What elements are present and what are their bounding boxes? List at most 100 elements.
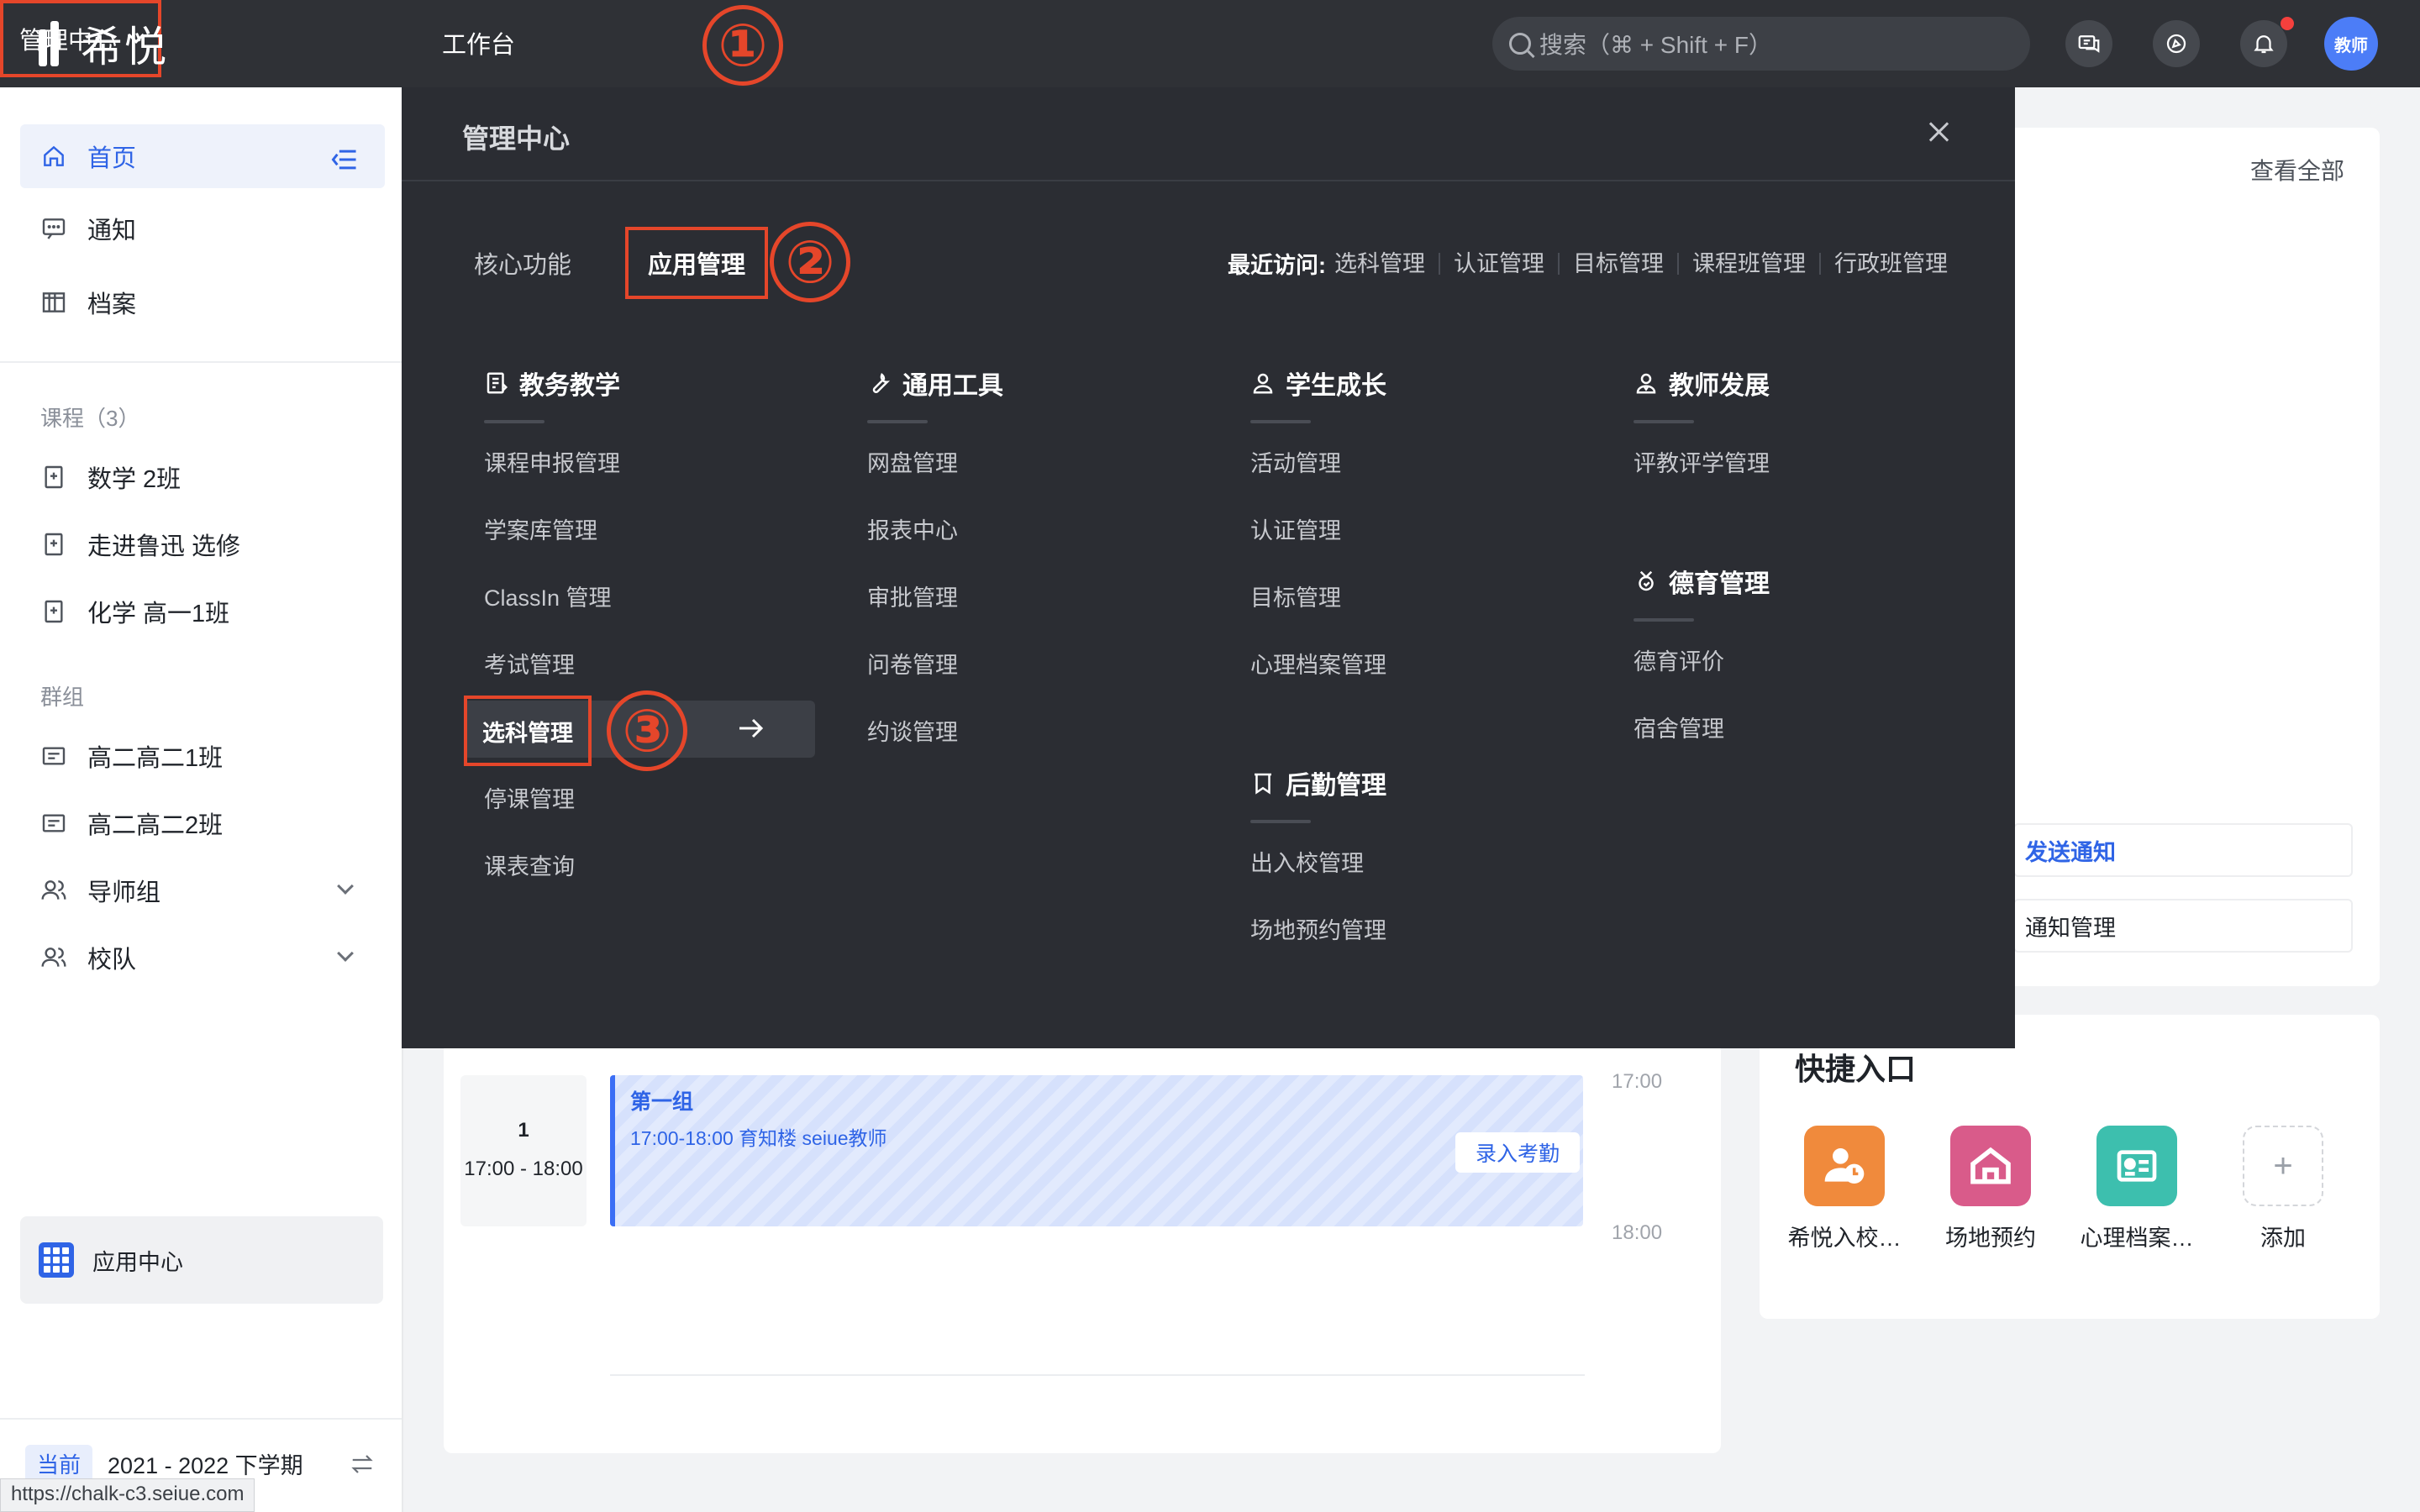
menu-item-netdisk[interactable]: 网盘管理 [867,445,958,478]
message-button[interactable] [2065,20,2112,67]
search-icon [1509,33,1531,55]
menu-item-subject-selection[interactable]: 选科管理 [464,696,592,766]
shortcut-psych-archive[interactable]: 心理档案… [2074,1126,2200,1252]
recent-label: 最近访问: [1228,253,1326,278]
menu-item-psych-archive[interactable]: 心理档案管理 [1250,647,1386,680]
menu-item-interview[interactable]: 约谈管理 [867,714,958,747]
search-input[interactable]: 搜索（⌘ + Shift + F） [1492,17,2030,71]
document-icon [487,372,508,394]
sidebar-item-group-mentor[interactable]: 导师组 [20,858,385,922]
profile-card-icon [2096,1126,2177,1206]
time-label: 18:00 [1612,1221,1663,1244]
shortcut-add[interactable]: + 添加 [2220,1126,2346,1252]
tab-core-features[interactable]: 核心功能 [474,245,571,281]
schedule-event[interactable]: 第一组 17:00-18:00 育知楼 seiue教师 录入考勤 [610,1075,1583,1226]
category-title: 后勤管理 [1286,772,1386,800]
sidebar-item-course[interactable]: 化学 高一1班 [20,580,385,643]
category-underline [484,420,544,423]
arrow-right-icon[interactable] [736,716,766,741]
recent-link[interactable]: 目标管理 [1558,252,1677,275]
chevron-down-icon[interactable] [337,878,354,895]
bookmark-icon [1255,773,1271,795]
message-icon [42,218,66,239]
users-icon [41,948,66,967]
sidebar-item-label: 走进鲁迅 选修 [87,533,241,560]
menu-item-lesson-plan-library[interactable]: 学案库管理 [484,512,597,545]
sidebar-item-notice[interactable]: 通知 [20,197,385,260]
menu-item-goals[interactable]: 目标管理 [1250,580,1341,612]
menu-item-school-access[interactable]: 出入校管理 [1250,845,1364,878]
shortcut-venue-booking[interactable]: 场地预约 [1928,1126,2054,1252]
sidebar-item-group-team[interactable]: 校队 [20,926,385,990]
recent-link[interactable]: 选科管理 [1334,252,1439,275]
menu-item-teaching-evaluation[interactable]: 评教评学管理 [1634,445,1770,478]
menu-item-certification[interactable]: 认证管理 [1250,512,1341,545]
menu-item-exam[interactable]: 考试管理 [484,647,575,680]
plus-icon: + [2243,1126,2323,1206]
shortcut-school-entry[interactable]: 希悦入校… [1781,1126,1907,1252]
menu-item-activity[interactable]: 活动管理 [1250,445,1341,478]
class-icon [42,814,66,832]
category-title: 教务教学 [519,372,620,400]
collapse-sidebar-icon[interactable] [331,146,358,173]
top-bar: 希悦 工作台 管理中心 ① 搜索（⌘ + Shift + F） 教师 [0,0,2420,87]
courses-section-title: 课程（3） [40,406,140,431]
category-teaching: 教务教学 [484,365,620,423]
sidebar-divider [0,361,402,363]
term-selector[interactable]: 当前 2021 - 2022 下学期 [25,1445,303,1483]
notification-button[interactable] [2240,20,2287,67]
app-switch-button[interactable] [2153,20,2200,67]
app-logo[interactable]: 希悦 [39,18,168,71]
menu-item-questionnaire[interactable]: 问卷管理 [867,647,958,680]
logo-mark-icon [39,21,69,66]
notice-manage-button[interactable]: 通知管理 [2013,899,2353,953]
send-notice-button[interactable]: 发送通知 [2013,823,2353,877]
close-icon[interactable] [1926,119,1951,144]
avatar[interactable]: 教师 [2324,17,2378,71]
menu-item-class-suspension[interactable]: 停课管理 [484,781,575,814]
schedule-divider [610,1374,1585,1376]
view-all-link[interactable]: 查看全部 [2250,153,2344,186]
chevron-down-icon[interactable] [337,945,354,962]
class-icon [42,747,66,765]
category-student-growth: 学生成长 [1250,365,1386,423]
category-logistics: 后勤管理 [1250,764,1386,823]
sidebar-item-home[interactable]: 首页 [20,124,385,188]
category-underline [1250,420,1311,423]
recent-link[interactable]: 行政班管理 [1819,252,1961,275]
menu-item-moral-evaluation[interactable]: 德育评价 [1634,643,1724,676]
menu-item-approval[interactable]: 审批管理 [867,580,958,612]
menu-item-venue-booking[interactable]: 场地预约管理 [1250,912,1386,945]
sidebar-item-label: 高二高二1班 [87,745,224,772]
recent-link[interactable]: 认证管理 [1439,252,1558,275]
sidebar-item-group[interactable]: 高二高二2班 [20,791,385,855]
tab-app-management[interactable]: 应用管理 [625,227,768,299]
panel-title: 管理中心 [462,123,571,154]
step-2-marker: ② [770,222,850,302]
menu-item-timetable[interactable]: 课表查询 [484,848,575,881]
recent-link[interactable]: 课程班管理 [1677,252,1819,275]
sidebar-item-archive[interactable]: 档案 [20,270,385,334]
panel-header: 管理中心 [402,87,2015,181]
category-title: 德育管理 [1669,570,1770,598]
sidebar-item-course[interactable]: 走进鲁迅 选修 [20,512,385,576]
nav-workbench[interactable]: 工作台 [442,25,515,60]
compass-icon [2166,34,2186,54]
sidebar-item-course[interactable]: 数学 2班 [20,445,385,509]
menu-item-course-application[interactable]: 课程申报管理 [484,445,620,478]
category-moral-education: 德育管理 [1634,563,1770,622]
menu-item-classin[interactable]: ClassIn 管理 [484,580,612,612]
sidebar-item-label: 化学 高一1班 [87,601,230,627]
shortcut-label: 心理档案… [2080,1226,2194,1251]
shortcut-label: 添加 [2260,1226,2306,1251]
bell-icon [2254,35,2274,54]
sidebar-item-group[interactable]: 高二高二1班 [20,724,385,788]
menu-item-report-center[interactable]: 报表中心 [867,512,958,545]
menu-item-dormitory[interactable]: 宿舍管理 [1634,711,1724,743]
app-center-button[interactable]: 应用中心 [20,1216,383,1304]
swap-icon[interactable] [350,1452,375,1477]
category-underline [1634,618,1694,622]
record-attendance-button[interactable]: 录入考勤 [1455,1132,1580,1173]
logo-text: 希悦 [81,24,168,71]
category-title: 学生成长 [1286,372,1386,400]
